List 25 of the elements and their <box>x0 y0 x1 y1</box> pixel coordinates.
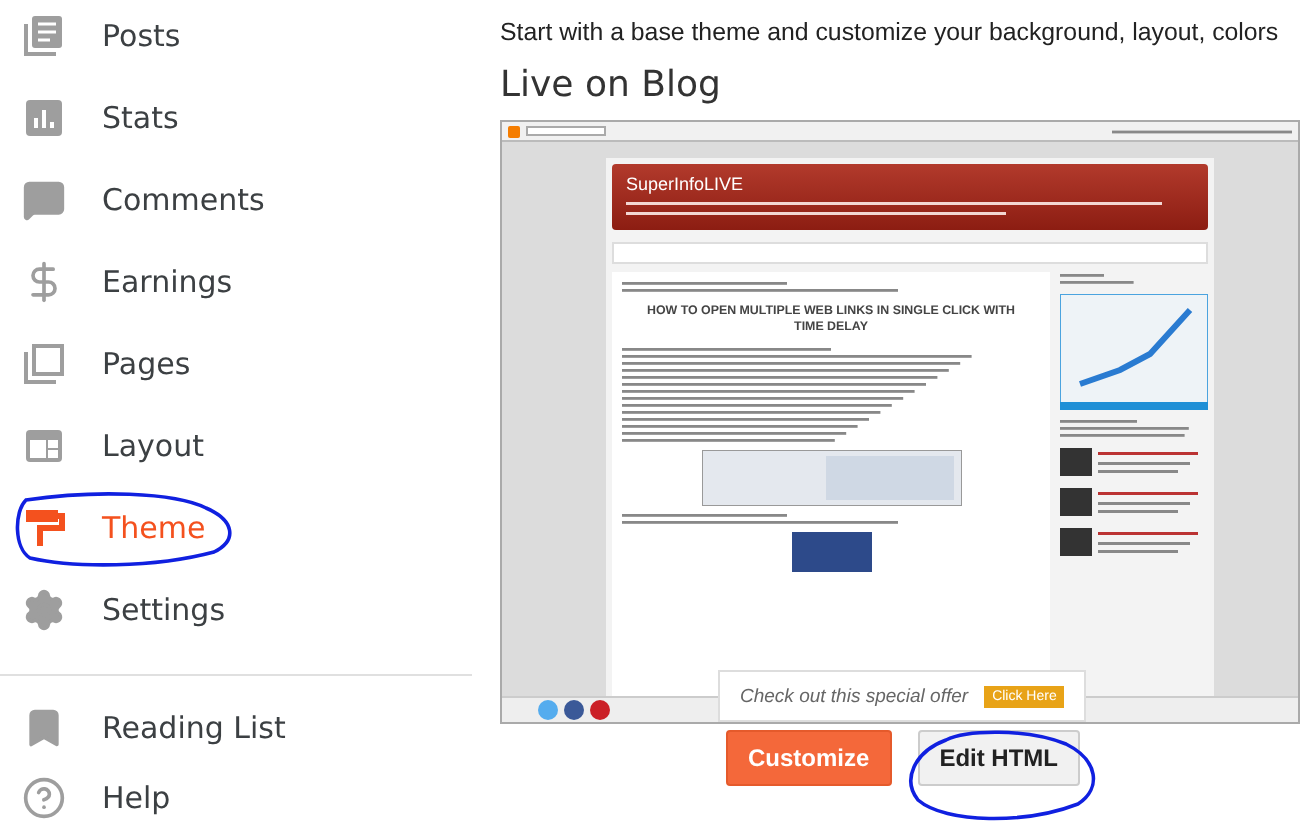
sidebar-item[interactable]: Comments <box>0 158 472 240</box>
photo-placeholder <box>791 531 871 571</box>
sidebar-item[interactable]: Pages <box>0 322 472 404</box>
offer-text: Check out this special offer <box>740 685 969 707</box>
blog-title: SuperInfoLIVE <box>626 174 746 194</box>
edit-button[interactable]: Edit HTML <box>917 730 1081 786</box>
sidebar-item[interactable]: Settings <box>0 568 472 650</box>
sidebar-item[interactable]: Earnings <box>0 240 472 322</box>
settings-icon <box>22 587 66 631</box>
sidebar-item[interactable]: Posts <box>0 0 472 76</box>
search-field <box>526 126 606 136</box>
sidebar-item[interactable]: Help <box>0 762 472 832</box>
sidebar-text-drawing <box>1060 272 1140 286</box>
sidebar-item[interactable]: Stats <box>0 76 472 158</box>
comment-icon <box>22 177 66 221</box>
bar-chart-icon <box>22 95 66 139</box>
sidebar-item[interactable]: Layout <box>0 404 472 486</box>
document-stack-icon <box>22 13 66 57</box>
paint-roller-icon <box>22 505 66 549</box>
logo-icon <box>508 125 520 137</box>
help-icon <box>22 775 66 819</box>
intro-text: Start with a base theme and customize your background, layout, colors <box>500 18 1281 46</box>
sidebar-item[interactable]: Reading List <box>0 692 472 762</box>
pages-icon <box>22 341 66 385</box>
section-title: Live on Blog <box>500 64 723 106</box>
